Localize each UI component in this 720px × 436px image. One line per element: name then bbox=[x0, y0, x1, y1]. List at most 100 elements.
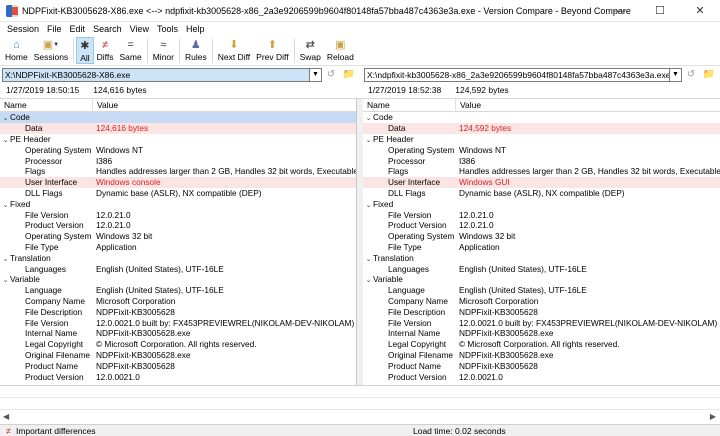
sessions-button[interactable]: ▣ ▼ Sessions bbox=[31, 37, 72, 64]
table-row[interactable]: Product Version 12.0.0021.0 bbox=[0, 371, 356, 382]
table-row[interactable]: Operating System Windows 32 bit bbox=[363, 231, 720, 242]
table-row[interactable]: Original Filename NDPFixit-KB3005628.exe bbox=[0, 350, 356, 361]
chevron-down-icon[interactable]: ⌄ bbox=[1, 201, 10, 209]
chevron-down-icon[interactable]: ⌄ bbox=[1, 255, 10, 263]
chevron-down-icon[interactable]: ⌄ bbox=[1, 114, 10, 122]
table-row[interactable]: Data 124,616 bytes bbox=[0, 122, 356, 134]
tree-group-row[interactable]: ⌄ Code bbox=[0, 112, 356, 123]
table-row[interactable]: Operating System Windows 32 bit bbox=[0, 231, 356, 242]
chevron-down-icon[interactable]: ⌄ bbox=[364, 276, 373, 284]
table-row[interactable]: File Description NDPFixit-KB3005628 bbox=[0, 306, 356, 317]
table-row[interactable]: Language English (United States), UTF-16L… bbox=[363, 285, 720, 296]
menu-view[interactable]: View bbox=[126, 24, 153, 34]
chevron-down-icon[interactable]: ⌄ bbox=[364, 255, 373, 263]
table-row[interactable]: Operating System Windows NT bbox=[0, 144, 356, 155]
table-row[interactable]: Company Name Microsoft Corporation bbox=[363, 296, 720, 307]
table-row[interactable]: Legal Copyright © Microsoft Corporation. … bbox=[0, 339, 356, 350]
rules-button[interactable]: ♟ Rules bbox=[182, 37, 210, 64]
tree-group-row[interactable]: ⌄ Translation bbox=[0, 252, 356, 263]
chevron-down-icon[interactable]: ⌄ bbox=[364, 201, 373, 209]
menu-search[interactable]: Search bbox=[89, 24, 126, 34]
chevron-down-icon[interactable]: ⌄ bbox=[364, 136, 373, 144]
history-icon[interactable]: ↺ bbox=[322, 69, 340, 80]
table-row[interactable]: User Interface Windows GUI bbox=[363, 176, 720, 188]
chevron-down-icon[interactable]: ⌄ bbox=[1, 276, 10, 284]
swap-button[interactable]: ⇄ Swap bbox=[297, 37, 324, 64]
table-row[interactable]: Original Filename NDPFixit-KB3005628.exe bbox=[363, 350, 720, 361]
tree-group-row[interactable]: ⌄ PE Header bbox=[0, 134, 356, 145]
row-name: File Version bbox=[25, 209, 69, 220]
left-pane[interactable]: Name Value ⌄ Code Data 124,616 bytes ⌄ PE Hea… bbox=[0, 99, 357, 385]
detail-scroll[interactable]: ◀ ▶ bbox=[0, 410, 720, 422]
minor-button[interactable]: ≈ Minor bbox=[150, 37, 177, 64]
chevron-down-icon[interactable]: ▼ bbox=[310, 67, 322, 82]
table-row[interactable]: Languages English (United States), UTF-16… bbox=[363, 263, 720, 274]
table-row[interactable]: Product Version 12.0.21.0 bbox=[363, 220, 720, 231]
prev-diff-button[interactable]: ⬆ Prev Diff bbox=[253, 37, 291, 64]
status-filter[interactable]: Important differences bbox=[16, 426, 96, 436]
tree-group-row[interactable]: ⌄ Fixed bbox=[363, 198, 720, 209]
table-row[interactable]: Legal Copyright © Microsoft Corporation. … bbox=[363, 339, 720, 350]
value-column-header[interactable]: Value bbox=[93, 100, 118, 110]
tree-group-row[interactable]: ⌄ Fixed bbox=[0, 198, 356, 209]
tree-group-row[interactable]: ⌄ Variable bbox=[0, 274, 356, 285]
menu-session[interactable]: Session bbox=[3, 24, 43, 34]
chevron-down-icon[interactable]: ▼ bbox=[670, 67, 682, 82]
table-row[interactable]: Internal Name NDPFixit-KB3005628.exe bbox=[0, 328, 356, 339]
table-row[interactable]: Language English (United States), UTF-16L… bbox=[0, 285, 356, 296]
scroll-left-icon[interactable]: ◀ bbox=[3, 412, 9, 421]
reload-button[interactable]: ▣ Reload bbox=[324, 37, 357, 64]
tree-group-row[interactable]: ⌄ Translation bbox=[363, 252, 720, 263]
maximize-icon[interactable]: ☐ bbox=[640, 0, 680, 21]
name-column-header[interactable]: Name bbox=[363, 99, 456, 112]
next-diff-button[interactable]: ⬇ Next Diff bbox=[215, 37, 253, 64]
value-column-header[interactable]: Value bbox=[456, 100, 481, 110]
table-row[interactable]: DLL Flags Dynamic base (ASLR), NX compati… bbox=[363, 188, 720, 199]
tree-group-row[interactable]: ⌄ Variable bbox=[363, 274, 720, 285]
table-row[interactable]: Data 124,592 bytes bbox=[363, 122, 720, 134]
right-path-input[interactable]: X:\ndpfixit-kb3005628-x86_2a3e9206599b96… bbox=[364, 67, 670, 82]
table-row[interactable]: File Type Application bbox=[0, 242, 356, 253]
table-row[interactable]: Product Version 12.0.21.0 bbox=[0, 220, 356, 231]
menu-edit[interactable]: Edit bbox=[66, 24, 90, 34]
minimize-icon[interactable]: — bbox=[600, 0, 640, 21]
folder-icon[interactable]: 📁 bbox=[340, 69, 358, 80]
table-row[interactable]: Processor I386 bbox=[363, 155, 720, 166]
menu-file[interactable]: File bbox=[43, 24, 66, 34]
history-icon[interactable]: ↺ bbox=[682, 69, 700, 80]
table-row[interactable]: File Version 12.0.0021.0 built by: FX453P… bbox=[0, 317, 356, 328]
table-row[interactable]: Processor I386 bbox=[0, 155, 356, 166]
table-row[interactable]: Product Version 12.0.0021.0 bbox=[363, 371, 720, 382]
table-row[interactable]: File Description NDPFixit-KB3005628 bbox=[363, 306, 720, 317]
table-row[interactable]: Flags Handles addresses larger than 2 GB,… bbox=[363, 166, 720, 177]
table-row[interactable]: File Version 12.0.21.0 bbox=[0, 209, 356, 220]
table-row[interactable]: File Type Application bbox=[363, 242, 720, 253]
menu-tools[interactable]: Tools bbox=[153, 24, 182, 34]
same-filter-button[interactable]: = Same bbox=[117, 37, 145, 64]
diffs-filter-button[interactable]: ≠ Diffs bbox=[94, 37, 117, 64]
folder-icon[interactable]: 📁 bbox=[700, 69, 718, 80]
right-pane[interactable]: Name Value ⌄ Code Data 124,592 bytes ⌄ PE Hea… bbox=[363, 99, 720, 385]
table-row[interactable]: User Interface Windows console bbox=[0, 176, 356, 188]
table-row[interactable]: DLL Flags Dynamic base (ASLR), NX compati… bbox=[0, 188, 356, 199]
table-row[interactable]: Flags Handles addresses larger than 2 GB,… bbox=[0, 166, 356, 177]
name-column-header[interactable]: Name bbox=[0, 99, 93, 112]
table-row[interactable]: File Version 12.0.21.0 bbox=[363, 209, 720, 220]
table-row[interactable]: Company Name Microsoft Corporation bbox=[0, 296, 356, 307]
close-icon[interactable]: ✕ bbox=[680, 0, 720, 21]
all-filter-button[interactable]: ✱ All bbox=[76, 37, 94, 64]
tree-group-row[interactable]: ⌄ PE Header bbox=[363, 134, 720, 145]
table-row[interactable]: Product Name NDPFixit-KB3005628 bbox=[363, 360, 720, 371]
tree-group-row[interactable]: ⌄ Code bbox=[363, 112, 720, 123]
table-row[interactable]: File Version 12.0.0021.0 built by: FX453P… bbox=[363, 317, 720, 328]
scroll-right-icon[interactable]: ▶ bbox=[710, 412, 716, 421]
chevron-down-icon[interactable]: ⌄ bbox=[364, 114, 373, 122]
menu-help[interactable]: Help bbox=[182, 24, 209, 34]
chevron-down-icon[interactable]: ⌄ bbox=[1, 136, 10, 144]
table-row[interactable]: Operating System Windows NT bbox=[363, 144, 720, 155]
table-row[interactable]: Internal Name NDPFixit-KB3005628.exe bbox=[363, 328, 720, 339]
left-path-input[interactable]: X:\NDPFixit-KB3005628-X86.exe bbox=[2, 67, 310, 82]
table-row[interactable]: Languages English (United States), UTF-16… bbox=[0, 263, 356, 274]
table-row[interactable]: Product Name NDPFixit-KB3005628 bbox=[0, 360, 356, 371]
home-button[interactable]: ⌂ Home bbox=[2, 37, 31, 64]
